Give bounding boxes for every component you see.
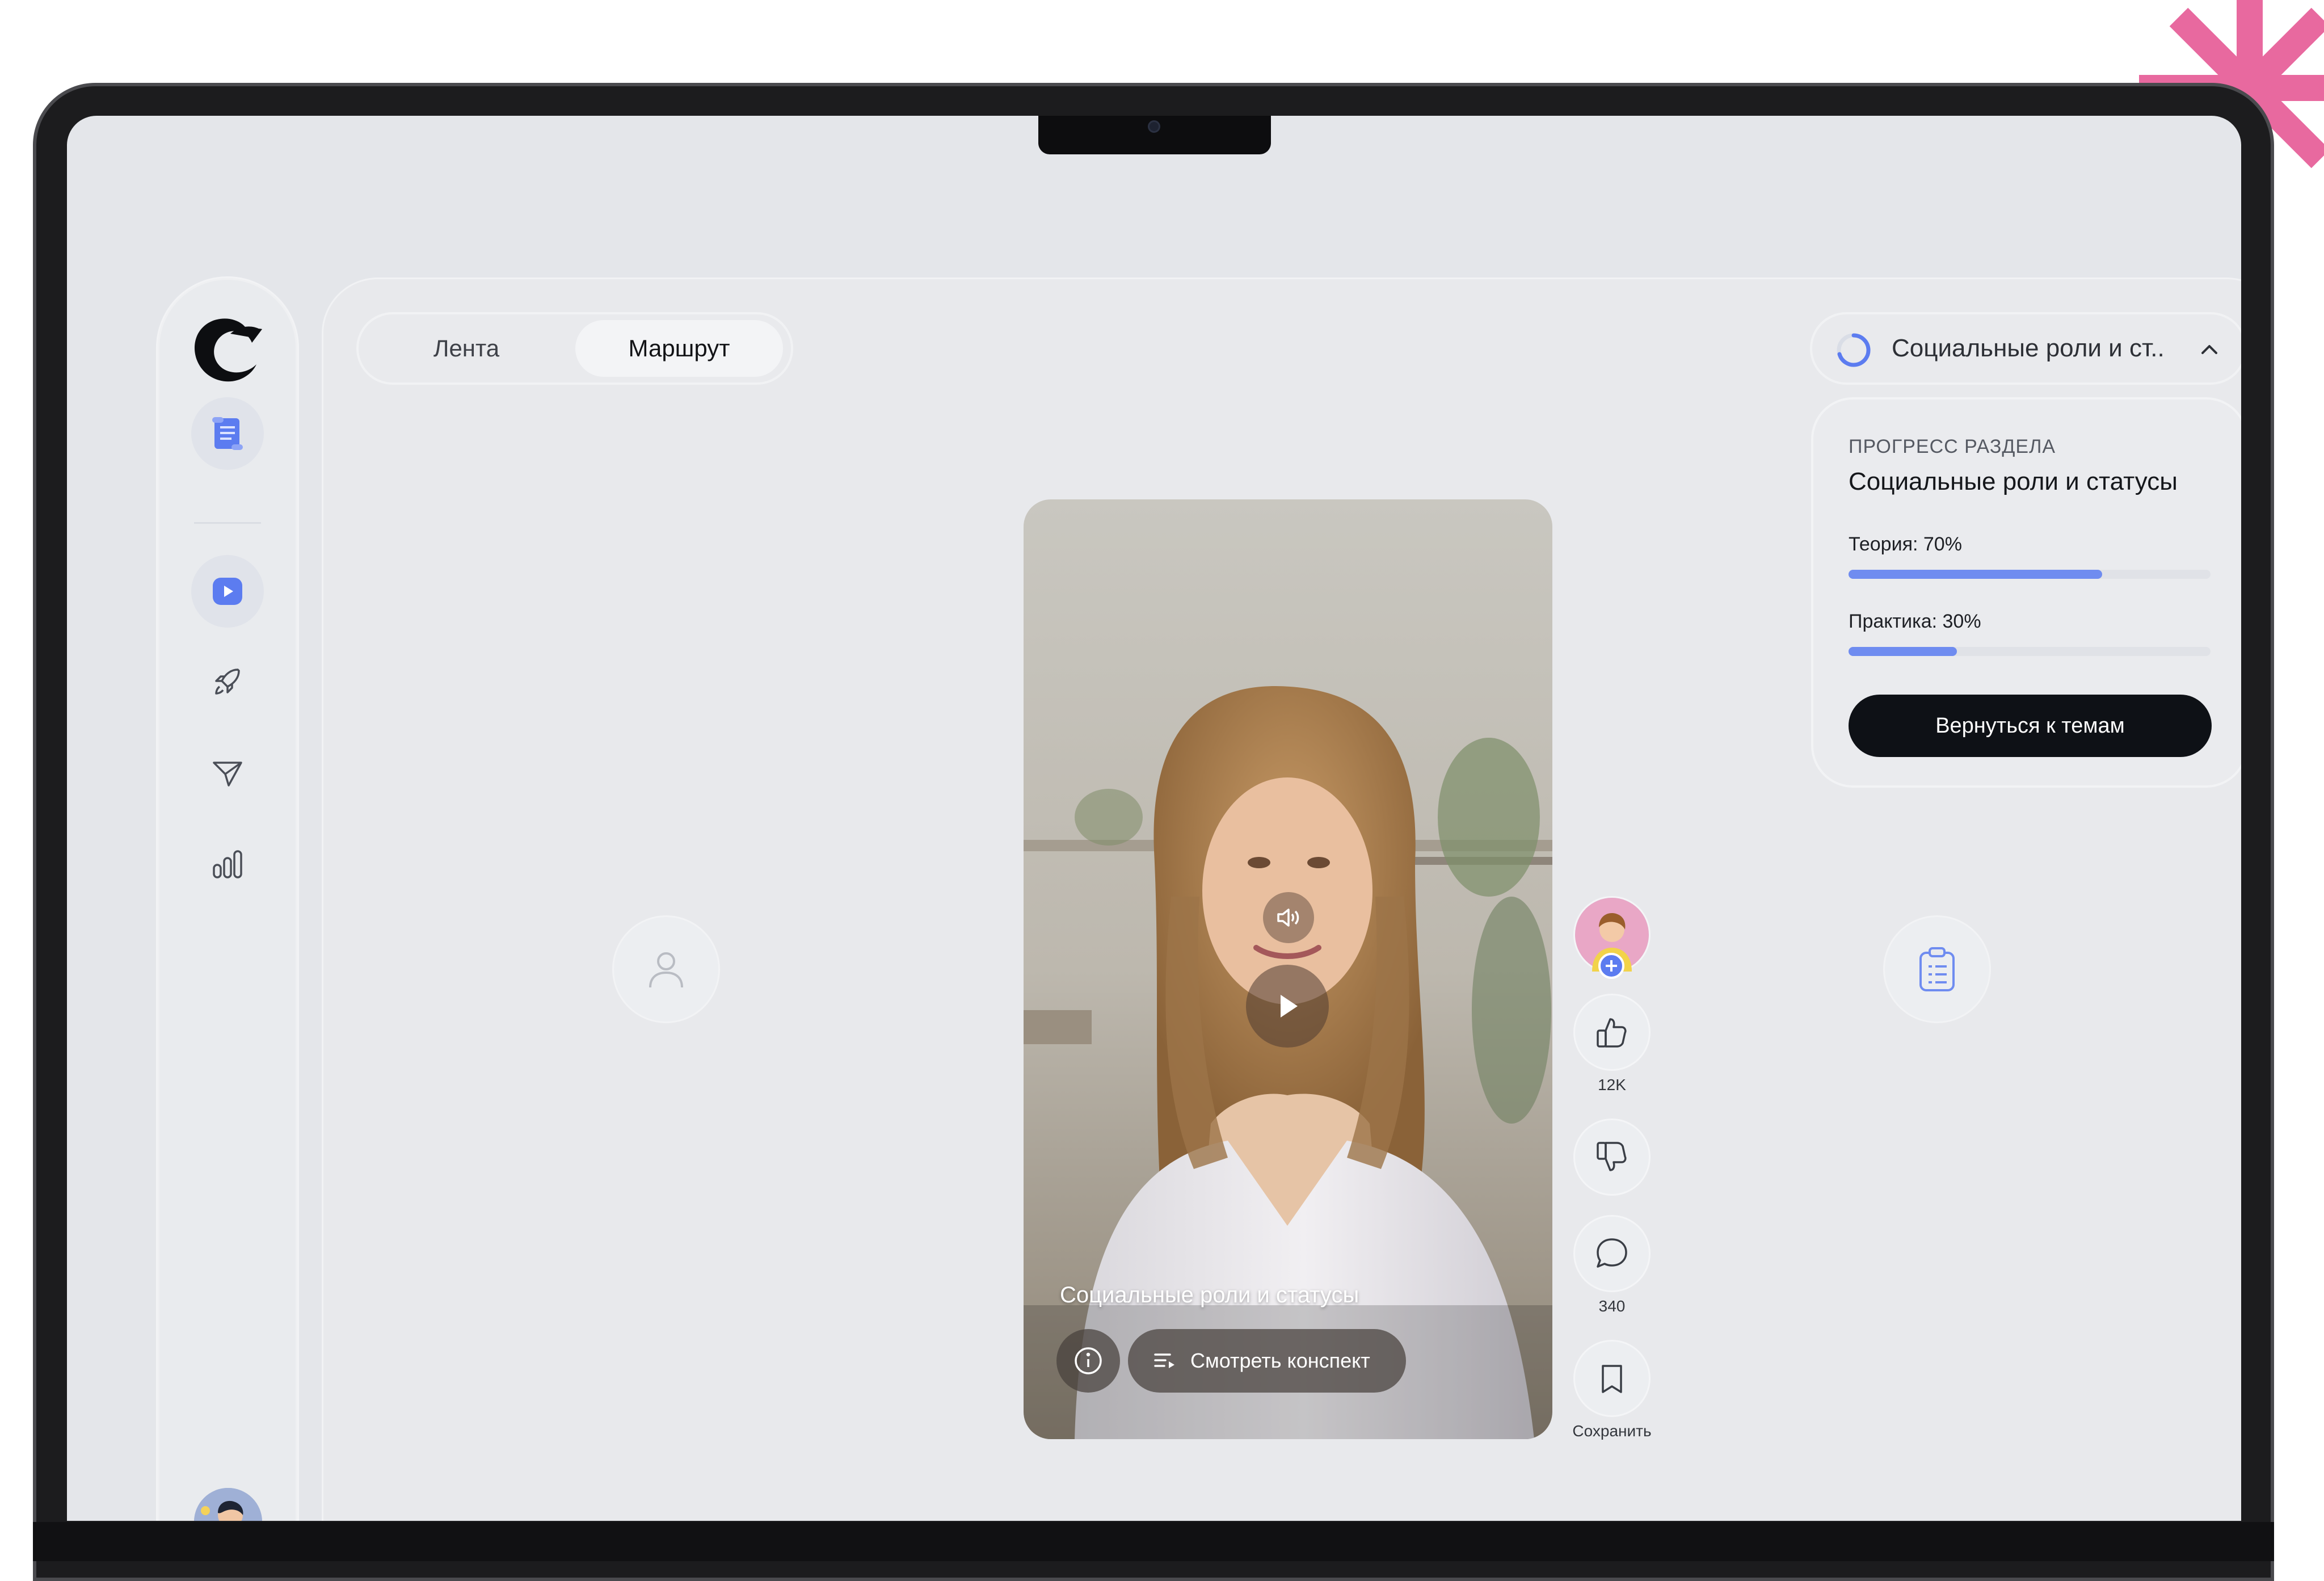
webcam <box>1148 120 1160 133</box>
clipboard-icon <box>1919 947 1955 991</box>
theory-progress-fill <box>1849 570 2102 579</box>
author-avatar[interactable] <box>1575 898 1649 979</box>
theory-label: Теория: 70% <box>1849 533 1962 555</box>
loading-spinner-icon <box>1837 333 1871 367</box>
bookmark-icon <box>1602 1365 1622 1393</box>
sidebar-item-stats[interactable] <box>191 827 264 900</box>
chevron-up-icon <box>2201 345 2217 354</box>
main-panel: Лента Маршрут Социальные роли и ст.. ПРО… <box>323 279 2241 1521</box>
play-triangle-icon <box>1281 995 1298 1017</box>
video-player[interactable]: Социальные роли и статусы Смотреть консп… <box>1024 499 1552 1439</box>
watch-notes-button[interactable]: Смотреть конспект <box>1128 1329 1406 1393</box>
comment-bubble-icon <box>1597 1238 1627 1268</box>
thumbs-down-icon <box>1597 1142 1627 1171</box>
sidebar <box>158 278 297 1521</box>
dislike-button[interactable] <box>1575 1120 1649 1194</box>
likes-count: 12K <box>1598 1076 1626 1094</box>
brand-logo[interactable] <box>191 312 266 387</box>
progress-caption: ПРОГРЕСС РАЗДЕЛА <box>1849 436 2056 457</box>
practice-label: Практика: 30% <box>1849 611 1981 632</box>
watch-notes-label: Смотреть конспект <box>1190 1349 1370 1372</box>
sidebar-item-send[interactable] <box>191 737 264 809</box>
speaker-icon <box>1277 909 1299 927</box>
sidebar-divider <box>194 522 261 524</box>
theory-progress-bar <box>1849 570 2211 579</box>
practice-progress-bar <box>1849 647 2211 656</box>
app-screen: Лента Маршрут Социальные роли и ст.. ПРО… <box>67 116 2241 1521</box>
mute-button[interactable] <box>1263 892 1314 943</box>
sidebar-item-video[interactable] <box>191 555 264 628</box>
paper-plane-icon <box>213 762 242 787</box>
user-avatar-image <box>194 1488 262 1521</box>
comments-count: 340 <box>1598 1297 1626 1315</box>
tab-route[interactable]: Маршрут <box>575 320 783 377</box>
list-play-icon <box>1154 1353 1174 1368</box>
save-button[interactable] <box>1575 1342 1649 1415</box>
user-icon <box>649 952 683 988</box>
back-to-topics-button[interactable]: Вернуться к темам <box>1849 695 2212 757</box>
rocket-icon <box>215 668 240 695</box>
practice-progress-fill <box>1849 647 1957 656</box>
profile-avatar[interactable] <box>194 1488 262 1521</box>
play-icon <box>213 578 242 605</box>
thumbs-up-icon <box>1597 1018 1627 1048</box>
laptop-base <box>33 1522 2274 1561</box>
sidebar-item-topics[interactable] <box>191 397 264 470</box>
tab-feed[interactable]: Лента <box>370 320 563 377</box>
info-button[interactable] <box>1056 1329 1120 1393</box>
comment-button[interactable] <box>1575 1217 1649 1290</box>
topic-dropdown-label: Социальные роли и ст.. <box>1892 334 2165 362</box>
play-button[interactable] <box>1246 965 1329 1048</box>
section-progress-card: ПРОГРЕСС РАЗДЕЛА Социальные роли и стату… <box>1813 400 2241 785</box>
info-icon <box>1075 1347 1102 1374</box>
sidebar-item-launch[interactable] <box>191 646 264 718</box>
like-button[interactable] <box>1575 995 1649 1069</box>
tab-switcher: Лента Маршрут <box>359 314 791 382</box>
save-label: Сохранить <box>1572 1422 1652 1440</box>
topic-dropdown[interactable]: Социальные роли и ст.. <box>1812 314 2241 382</box>
video-title: Социальные роли и статусы <box>1060 1283 1359 1307</box>
progress-title: Социальные роли и статусы <box>1849 468 2178 495</box>
subscribe-plus-icon[interactable] <box>1598 952 1625 979</box>
bar-chart-icon <box>213 850 242 878</box>
previous-user-button[interactable] <box>614 917 718 1021</box>
notes-side-button[interactable] <box>1885 917 1989 1021</box>
scroll-icon <box>212 417 243 450</box>
